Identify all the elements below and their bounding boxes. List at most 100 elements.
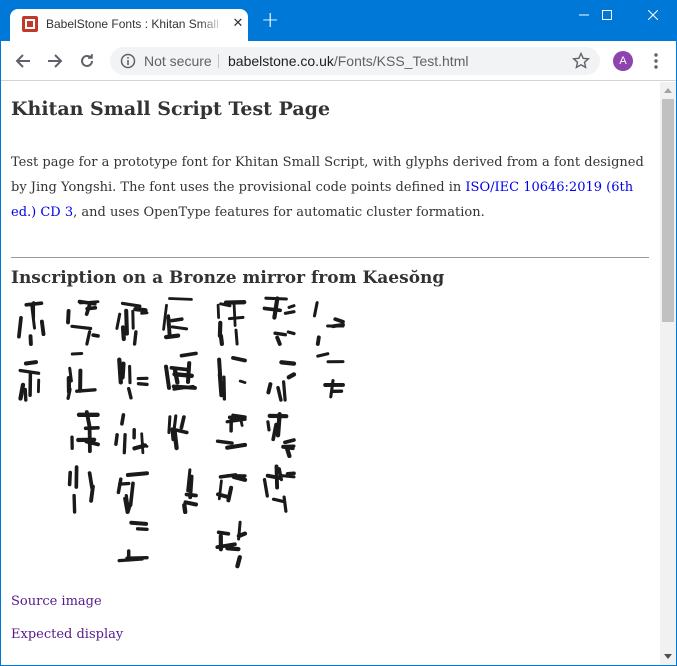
khitan-glyph bbox=[62, 462, 102, 514]
glyph-stroke bbox=[18, 382, 26, 401]
browser-window: BabelStone Fonts : Khitan Small Script T… bbox=[1, 0, 676, 665]
glyph-stroke bbox=[262, 477, 269, 498]
glyph-stroke bbox=[174, 428, 189, 435]
glyph-stroke bbox=[23, 387, 28, 402]
url-text[interactable]: babelstone.co.uk/Fonts/KSS_Test.html bbox=[228, 53, 468, 69]
glyph-stroke bbox=[66, 308, 71, 325]
arrow-right-icon[interactable] bbox=[43, 49, 67, 73]
glyph-stroke bbox=[24, 301, 44, 307]
star-icon[interactable] bbox=[571, 51, 591, 70]
glyph-stroke bbox=[169, 365, 191, 372]
glyph-stroke bbox=[179, 415, 186, 430]
khitan-glyph bbox=[160, 350, 200, 402]
glyph-stroke bbox=[266, 420, 271, 432]
arrow-left-icon[interactable] bbox=[11, 49, 35, 73]
khitan-glyph bbox=[13, 350, 53, 402]
khitan-glyph bbox=[209, 462, 249, 514]
browser-toolbar: Not secure babelstone.co.uk/Fonts/KSS_Te… bbox=[1, 41, 676, 81]
khitan-glyph bbox=[111, 518, 151, 570]
favicon-icon bbox=[22, 16, 38, 32]
khitan-glyph bbox=[258, 294, 298, 346]
glyph-stroke bbox=[216, 530, 231, 536]
glyph-stroke bbox=[179, 351, 198, 358]
glyph-stroke bbox=[271, 422, 278, 442]
glyph-stroke bbox=[285, 447, 292, 459]
scroll-down-arrow-icon[interactable] bbox=[660, 649, 676, 665]
section-title: Inscription on a Bronze mirror from Kaes… bbox=[11, 268, 445, 288]
glyph-stroke bbox=[274, 464, 280, 490]
tab-close-icon[interactable]: ✕ bbox=[232, 17, 244, 30]
glyph-stroke bbox=[120, 301, 142, 308]
inscription-column bbox=[305, 294, 349, 406]
glyph-stroke bbox=[125, 556, 149, 560]
glyph-stroke bbox=[172, 367, 180, 385]
glyph-stroke bbox=[272, 296, 280, 320]
glyph-stroke bbox=[75, 388, 97, 393]
browser-tab[interactable]: BabelStone Fonts : Khitan Small Script T… bbox=[10, 9, 248, 41]
glyph-stroke bbox=[129, 520, 149, 526]
expected-display-link[interactable]: Expected display bbox=[11, 627, 123, 642]
source-image-link[interactable]: Source image bbox=[11, 594, 102, 609]
glyph-stroke bbox=[133, 306, 148, 313]
glyph-stroke bbox=[183, 500, 198, 507]
vertical-scrollbar[interactable] bbox=[660, 82, 676, 665]
glyph-stroke bbox=[170, 325, 189, 331]
glyph-stroke bbox=[166, 315, 172, 337]
glyph-stroke bbox=[216, 303, 220, 319]
glyph-stroke bbox=[140, 432, 145, 455]
new-tab-button[interactable]: + bbox=[261, 10, 279, 32]
glyph-stroke bbox=[115, 312, 122, 330]
glyph-stroke bbox=[70, 352, 84, 356]
glyph-stroke bbox=[316, 352, 330, 358]
glyph-stroke bbox=[167, 415, 172, 434]
glyph-stroke bbox=[232, 303, 237, 327]
maximize-icon[interactable] bbox=[584, 0, 630, 30]
khitan-glyph bbox=[62, 406, 102, 458]
scrollbar-thumb[interactable] bbox=[662, 99, 674, 322]
intro-paragraph: Test page for a prototype font for Khita… bbox=[11, 150, 651, 225]
glyph-stroke bbox=[114, 433, 119, 446]
inscription-column bbox=[256, 294, 300, 518]
glyph-stroke bbox=[116, 477, 123, 495]
khitan-glyph bbox=[209, 518, 249, 570]
reload-icon[interactable] bbox=[75, 49, 99, 73]
glyph-stroke bbox=[238, 379, 247, 384]
glyph-stroke bbox=[124, 308, 129, 336]
scroll-up-arrow-icon[interactable] bbox=[660, 82, 676, 98]
glyph-stroke bbox=[118, 481, 131, 486]
khitan-glyph bbox=[111, 406, 151, 458]
glyph-stroke bbox=[168, 297, 193, 301]
glyph-stroke bbox=[87, 471, 94, 490]
glyph-stroke bbox=[215, 439, 234, 445]
inscription-column bbox=[207, 294, 251, 574]
khitan-glyph bbox=[258, 350, 298, 402]
tab-title: BabelStone Fonts : Khitan Small Script T… bbox=[46, 17, 224, 31]
glyph-stroke bbox=[283, 438, 296, 445]
khitan-glyph bbox=[111, 462, 151, 514]
khitan-glyph bbox=[209, 406, 249, 458]
glyph-stroke bbox=[277, 467, 283, 482]
address-bar[interactable]: Not secure babelstone.co.uk/Fonts/KSS_Te… bbox=[110, 47, 600, 75]
inscription-column bbox=[158, 294, 202, 518]
url-domain: babelstone.co.uk bbox=[228, 53, 334, 69]
glyph-stroke bbox=[135, 527, 149, 531]
khitan-glyph bbox=[307, 294, 347, 346]
khitan-glyph bbox=[209, 294, 249, 347]
glyph-stroke bbox=[227, 315, 245, 321]
glyph-stroke bbox=[188, 474, 194, 500]
khitan-glyph bbox=[111, 350, 151, 402]
glyph-stroke bbox=[266, 382, 273, 395]
glyph-stroke bbox=[125, 471, 149, 477]
profile-avatar[interactable]: A bbox=[613, 51, 633, 71]
khitan-glyph bbox=[62, 350, 102, 402]
info-icon[interactable] bbox=[120, 53, 136, 69]
glyph-stroke bbox=[162, 303, 168, 331]
glyph-stroke bbox=[23, 360, 38, 366]
inscription-column bbox=[11, 294, 55, 406]
glyph-stroke bbox=[286, 330, 296, 336]
glyph-stroke bbox=[282, 495, 288, 513]
close-icon[interactable] bbox=[630, 0, 676, 30]
glyph-stroke bbox=[185, 361, 192, 384]
kebab-menu-icon[interactable] bbox=[646, 51, 666, 71]
page-content: Khitan Small Script Test Page Test page … bbox=[1, 82, 660, 665]
